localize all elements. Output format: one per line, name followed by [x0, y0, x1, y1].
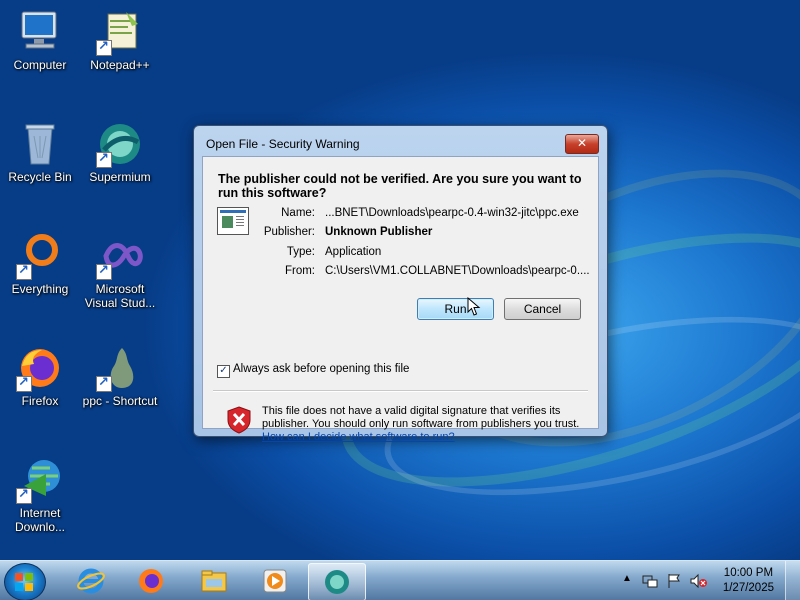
desktop-icon-label: Firefox	[21, 394, 59, 408]
notepadpp-icon	[96, 8, 144, 56]
desktop-icon-firefox[interactable]: Firefox	[1, 344, 79, 408]
cancel-button[interactable]: Cancel	[504, 298, 581, 320]
show-desktop-button[interactable]	[785, 561, 800, 600]
internet-download-manager-icon	[16, 456, 64, 504]
type-row: Type: Application	[263, 246, 381, 258]
taskbar-media-player[interactable]	[247, 563, 303, 599]
warning-message: This file does not have a valid digital …	[262, 405, 582, 444]
dialog-body: The publisher could not be verified. Are…	[202, 156, 599, 443]
clock-date: 1/27/2025	[722, 582, 774, 594]
taskbar: ▲ 10:00 PM 1/27/2025	[0, 560, 800, 600]
taskbar-internet-explorer[interactable]	[63, 563, 119, 599]
file-explorer-icon	[201, 570, 227, 592]
security-warning-dialog[interactable]: Open File - Security Warning ✕ The publi…	[193, 125, 608, 443]
dialog-titlebar[interactable]: Open File - Security Warning ✕	[194, 126, 607, 160]
field-key: From:	[284, 265, 315, 277]
desktop-icon-visual-studio[interactable]: Microsoft Visual Stud...	[81, 232, 159, 310]
desktop-icon-computer[interactable]: Computer	[1, 8, 79, 72]
desktop[interactable]: Computer Notepad++ Recycle Bin	[0, 0, 800, 560]
desktop-icon-ppc-shortcut[interactable]: ppc - Shortcut	[81, 344, 159, 408]
desktop-icon-label: Notepad++	[90, 58, 150, 72]
volume-muted-icon[interactable]	[690, 573, 708, 589]
supermium-icon	[96, 120, 144, 168]
desktop-icon-recycle-bin[interactable]: Recycle Bin	[1, 120, 79, 184]
shortcut-arrow-icon	[96, 263, 112, 280]
desktop-icon-label: Supermium	[89, 170, 151, 184]
recycle-bin-icon	[16, 120, 64, 168]
internet-explorer-icon	[77, 568, 105, 594]
desktop-icon-label: Microsoft Visual Stud...	[84, 282, 156, 310]
start-button[interactable]	[4, 563, 46, 600]
always-ask-label[interactable]: Always ask before opening this file	[233, 363, 409, 375]
desktop-icon-label: Computer	[13, 58, 67, 72]
close-button[interactable]: ✕	[565, 134, 599, 154]
show-hidden-icons-chevron-up-icon[interactable]: ▲	[622, 573, 632, 584]
action-center-flag-icon[interactable]	[666, 573, 682, 589]
desktop-icon-everything[interactable]: Everything	[1, 232, 79, 296]
always-ask-checkbox[interactable]: ✓	[217, 365, 230, 378]
run-button[interactable]: Run	[417, 298, 494, 320]
publisher-value: Unknown Publisher	[325, 226, 433, 238]
pear-icon	[96, 344, 144, 392]
desktop-icon-label: Internet Downlo...	[14, 506, 66, 534]
desktop-icon-notepadpp[interactable]: Notepad++	[81, 8, 159, 72]
from-value: C:\Users\VM1.COLLABNET\Downloads\pearpc-…	[325, 265, 590, 277]
computer-icon	[16, 8, 64, 56]
shortcut-arrow-icon	[16, 263, 32, 280]
taskbar-file-explorer[interactable]	[186, 563, 242, 599]
field-key: Type:	[286, 246, 315, 258]
field-key: Publisher:	[263, 226, 315, 238]
desktop-icon-internet-download-manager[interactable]: Internet Downlo...	[1, 456, 79, 534]
mouse-cursor-icon	[467, 297, 481, 316]
shortcut-arrow-icon	[96, 151, 112, 168]
clock-time: 10:00 PM	[723, 567, 774, 579]
firefox-icon	[16, 344, 64, 392]
shortcut-arrow-icon	[96, 375, 112, 392]
desktop-icon-supermium[interactable]: Supermium	[81, 120, 159, 184]
separator	[213, 390, 588, 392]
network-icon[interactable]	[642, 573, 658, 589]
everything-icon	[16, 232, 64, 280]
taskbar-supermium[interactable]	[308, 563, 366, 600]
visual-studio-icon	[96, 232, 144, 280]
shortcut-arrow-icon	[16, 375, 32, 392]
supermium-icon	[325, 570, 349, 594]
windows-logo-icon	[15, 573, 33, 591]
field-key: Name:	[281, 207, 315, 219]
firefox-icon	[139, 569, 163, 593]
warning-text: This file does not have a valid digital …	[262, 405, 580, 430]
warning-question: The publisher could not be verified. Are…	[218, 172, 582, 200]
file-name-value: ...BNET\Downloads\pearpc-0.4-win32-jitc\…	[325, 207, 579, 219]
desktop-icon-label: Recycle Bin	[8, 170, 72, 184]
taskbar-firefox[interactable]	[123, 563, 179, 599]
security-shield-icon	[227, 406, 251, 434]
media-player-icon	[263, 569, 287, 593]
shortcut-arrow-icon	[16, 487, 32, 504]
file-name-row: Name: ...BNET\Downloads\pearpc-0.4-win32-…	[263, 207, 579, 219]
system-clock[interactable]: 10:00 PM 1/27/2025	[723, 566, 774, 596]
publisher-row: Publisher: Unknown Publisher	[263, 226, 432, 238]
desktop-icon-label: ppc - Shortcut	[82, 394, 158, 408]
type-value: Application	[325, 246, 382, 258]
dialog-title: Open File - Security Warning	[206, 137, 360, 151]
from-row: From: C:\Users\VM1.COLLABNET\Downloads\pe…	[263, 265, 590, 277]
application-file-icon	[217, 207, 249, 235]
shortcut-arrow-icon	[96, 39, 112, 56]
help-link[interactable]: How can I decide what software to run?	[262, 431, 455, 443]
desktop-icon-label: Everything	[11, 282, 69, 296]
system-tray: ▲	[622, 561, 712, 600]
